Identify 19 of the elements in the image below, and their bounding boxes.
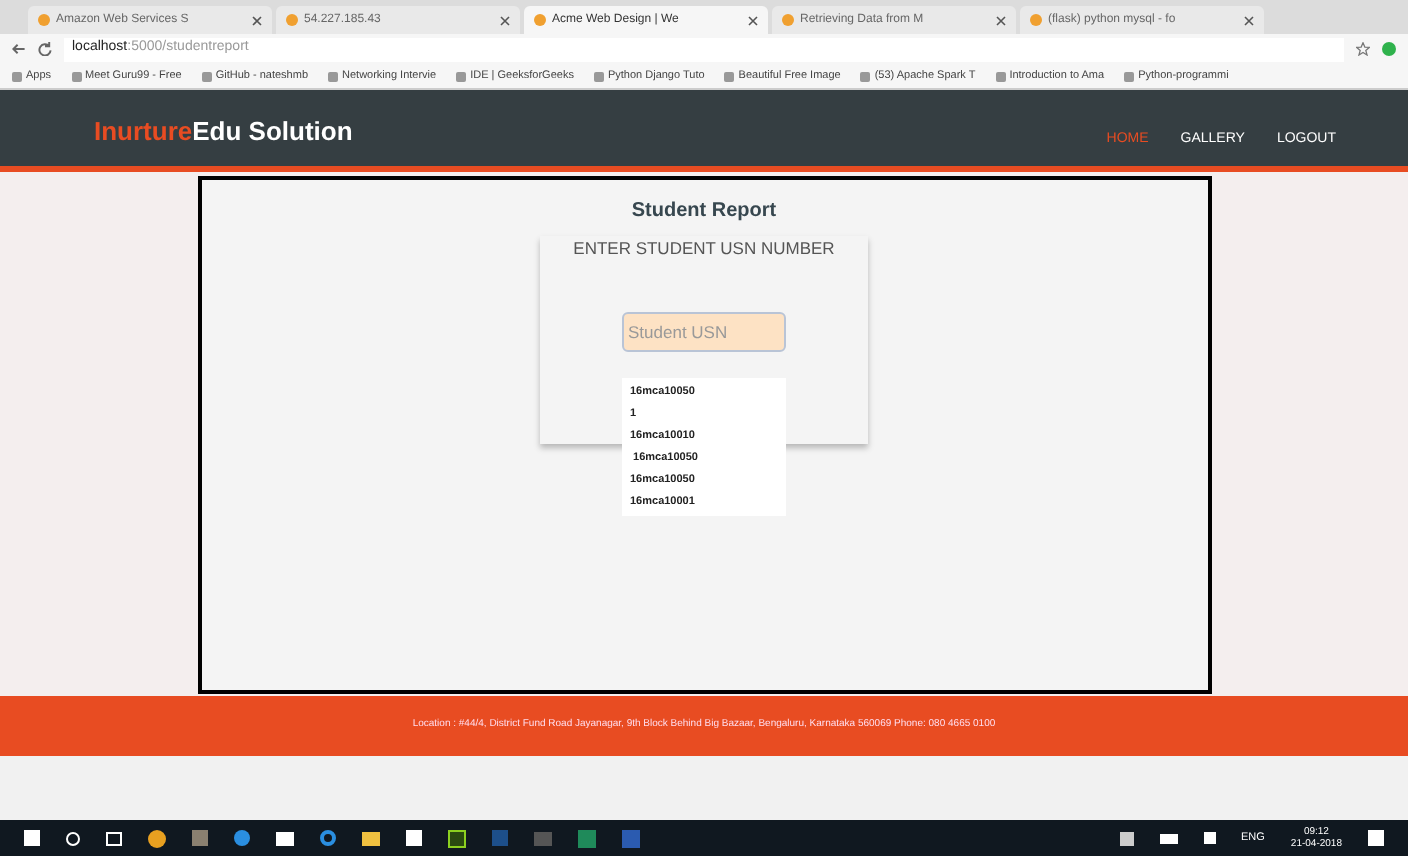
close-icon[interactable] <box>500 15 510 25</box>
search-icon[interactable] <box>66 831 80 845</box>
back-icon[interactable] <box>12 42 26 56</box>
page-icon <box>286 14 298 26</box>
page-icon <box>534 14 546 26</box>
close-icon[interactable] <box>252 15 262 25</box>
prompt-text: ENTER STUDENT USN NUMBER <box>573 236 835 262</box>
report-title: Student Report <box>631 198 777 226</box>
page-icon <box>38 14 50 26</box>
close-icon[interactable] <box>748 15 758 25</box>
task-view-icon[interactable] <box>106 831 122 845</box>
reload-icon[interactable] <box>38 42 52 56</box>
star-icon[interactable] <box>1356 42 1370 56</box>
close-icon[interactable] <box>1244 15 1254 25</box>
close-icon[interactable] <box>996 15 1006 25</box>
page-icon <box>782 14 794 26</box>
brand-logo[interactable]: InurtureEdu Solution <box>94 112 353 151</box>
page-icon <box>1030 14 1042 26</box>
usn-field[interactable]: Student USN <box>622 311 786 352</box>
